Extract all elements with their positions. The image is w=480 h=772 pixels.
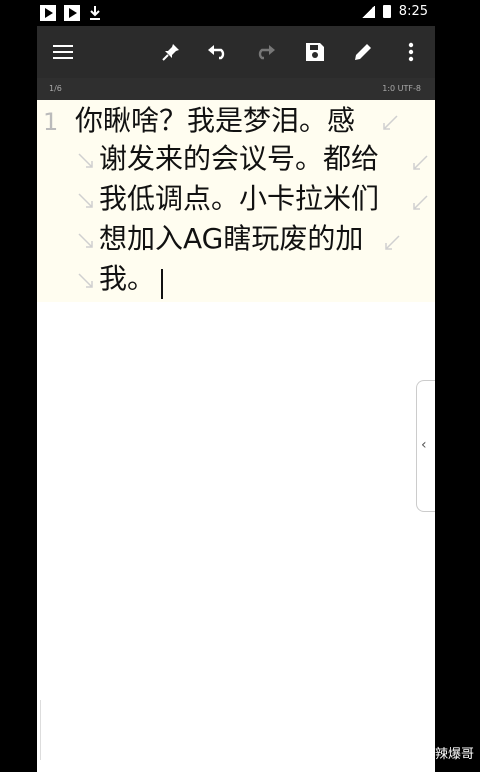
more-icon[interactable] bbox=[399, 40, 423, 64]
clock: 8:25 bbox=[398, 4, 428, 19]
watermark: 头条 @麻辣爆哥 bbox=[378, 747, 474, 762]
menu-icon[interactable] bbox=[51, 40, 75, 64]
position-indicator: 1/6 bbox=[49, 84, 62, 93]
wrap-arrow-icon bbox=[78, 193, 93, 208]
edit-icon[interactable] bbox=[351, 40, 375, 64]
text-line[interactable]: 想加入AG瞎玩废的加 bbox=[99, 220, 363, 258]
play-notification-icon bbox=[64, 5, 80, 21]
text-line[interactable]: 谢发来的会议号。都给 bbox=[99, 140, 379, 178]
editor[interactable]: 1 你瞅啥？我是梦泪。感 谢发来的会议号。都给 我低调点。小卡拉米们 想加入AG… bbox=[37, 100, 435, 772]
line-number: 1 bbox=[43, 108, 59, 136]
status-bar: 8:25 bbox=[0, 0, 480, 26]
pin-icon[interactable] bbox=[159, 40, 183, 64]
text-cursor bbox=[161, 268, 164, 299]
side-panel-handle[interactable]: ‹ bbox=[416, 380, 435, 512]
last-line[interactable]: 我。 bbox=[99, 260, 164, 299]
wrap-arrow-icon bbox=[383, 115, 398, 130]
save-icon[interactable] bbox=[303, 40, 327, 64]
chevron-left-icon: ‹ bbox=[421, 437, 427, 453]
signal-icon bbox=[360, 5, 375, 18]
text-line[interactable]: 你瞅啥？我是梦泪。感 bbox=[75, 102, 355, 140]
wrap-arrow-icon bbox=[385, 235, 400, 250]
undo-icon[interactable] bbox=[206, 40, 230, 64]
encoding-indicator: 1:0 UTF-8 bbox=[382, 84, 421, 93]
notification-icons bbox=[40, 5, 102, 21]
editor-toolbar bbox=[37, 26, 435, 78]
battery-icon bbox=[382, 5, 391, 18]
text-line[interactable]: 我低调点。小卡拉米们 bbox=[99, 180, 379, 218]
wrap-arrow-icon bbox=[413, 195, 428, 210]
divider bbox=[40, 700, 41, 760]
system-status: 8:25 bbox=[360, 4, 428, 19]
wrap-arrow-icon bbox=[78, 233, 93, 248]
play-notification-icon bbox=[40, 5, 56, 21]
wrap-arrow-icon bbox=[78, 153, 93, 168]
status-ruler: 1/6 1:0 UTF-8 bbox=[37, 78, 435, 100]
wrap-arrow-icon bbox=[413, 155, 428, 170]
text-line[interactable]: 我。 bbox=[99, 262, 155, 295]
wrap-arrow-icon bbox=[78, 273, 93, 288]
text-area[interactable]: 1 你瞅啥？我是梦泪。感 谢发来的会议号。都给 我低调点。小卡拉米们 想加入AG… bbox=[37, 100, 435, 302]
download-icon bbox=[88, 5, 102, 21]
redo-icon[interactable] bbox=[253, 40, 277, 64]
